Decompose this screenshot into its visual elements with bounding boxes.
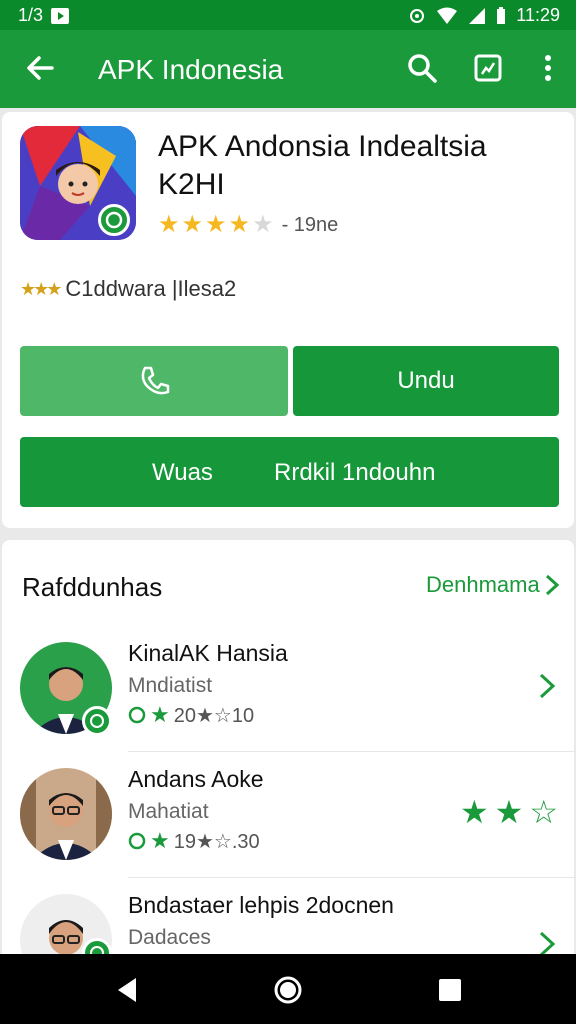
nav-back-icon[interactable]	[112, 974, 144, 1006]
action-button[interactable]: Wuas Rrdkil 1ndouhn	[20, 437, 559, 507]
developer-row[interactable]: ★★★ C1ddwara |Ilesa2	[20, 276, 236, 302]
star-icon: ★	[228, 211, 251, 238]
item-meta: ★ 20★☆10	[128, 702, 254, 728]
chart-icon[interactable]	[470, 50, 506, 86]
item-subtitle: Mndiatist	[128, 674, 213, 697]
list-item[interactable]: Bndastaer lehpis 2docnen Dadaces	[0, 878, 576, 954]
see-more-link[interactable]: Denhmama	[426, 572, 560, 598]
search-icon[interactable]	[404, 50, 440, 86]
see-more-label: Denhmama	[426, 572, 540, 597]
sync-icon	[410, 8, 425, 23]
status-time: 11:29	[516, 5, 560, 25]
developer-stars-icon: ★★★	[20, 278, 62, 299]
item-meta: ★ 19★☆.30	[128, 828, 260, 854]
rating-count: - 19ne	[281, 213, 339, 236]
verified-badge-icon	[82, 938, 112, 954]
star-icon: ★	[150, 828, 170, 853]
item-name: Bndastaer lehpis 2docnen	[128, 892, 394, 918]
section-title: Rafddunhas	[22, 572, 163, 602]
item-subtitle: Mahatiat	[128, 800, 209, 823]
chevron-right-icon[interactable]	[536, 928, 558, 954]
chevron-right-icon	[545, 574, 559, 596]
list-item[interactable]: Andans Aoke Mahatiat ★ 19★☆.30 ★ ★ ☆	[0, 752, 576, 878]
play-badge-icon	[128, 832, 146, 850]
verified-badge-icon	[82, 706, 112, 736]
chevron-right-icon[interactable]	[536, 670, 558, 702]
nav-recents-icon[interactable]	[434, 974, 466, 1006]
item-stars: ★ ★ ☆	[460, 796, 558, 828]
media-notification-icon	[51, 7, 70, 24]
star-icon: ★	[205, 211, 227, 238]
download-button-label: Undu	[397, 367, 455, 394]
app-bar: APK Indonesia	[0, 30, 576, 108]
system-nav-bar	[0, 954, 576, 1024]
phone-icon	[141, 366, 170, 395]
status-left-text: 1/3	[18, 5, 44, 25]
star-outline-icon: ☆	[529, 794, 558, 830]
status-bar: 1/3 11:29	[0, 0, 576, 30]
signal-icon	[469, 7, 486, 24]
action-button-label-left: Wuas	[152, 459, 213, 486]
list-item[interactable]: KinalAK Hansia Mndiatist ★ 20★☆10	[0, 626, 576, 752]
item-rating-text: 19★☆.30	[173, 830, 260, 853]
star-icon: ★	[181, 211, 204, 238]
action-button-label-right: Rrdkil 1ndouhn	[274, 459, 436, 486]
star-icon: ★	[494, 794, 524, 830]
wifi-icon	[437, 7, 458, 24]
more-vert-icon[interactable]	[530, 50, 566, 86]
item-rating-text: 20★☆10	[173, 704, 255, 727]
item-subtitle: Dadaces	[128, 926, 211, 949]
battery-icon	[497, 6, 506, 24]
nav-home-icon[interactable]	[272, 974, 304, 1006]
star-icon: ★	[158, 211, 180, 238]
verified-badge-icon	[98, 204, 130, 236]
download-button[interactable]: Undu	[293, 346, 559, 416]
star-icon: ★	[150, 702, 170, 727]
star-empty-icon: ★	[252, 211, 274, 238]
avatar	[20, 768, 112, 860]
back-arrow-icon[interactable]	[22, 50, 58, 86]
app-title: APK Andonsia Indealtsia K2HI	[158, 130, 487, 201]
item-name: KinalAK Hansia	[128, 640, 288, 666]
star-icon: ★	[459, 794, 489, 830]
item-name: Andans Aoke	[128, 766, 264, 792]
app-bar-title: APK Indonesia	[98, 54, 284, 85]
call-button[interactable]	[20, 346, 288, 416]
play-badge-icon	[128, 706, 146, 724]
developer-name: C1ddwara |Ilesa2	[65, 276, 237, 301]
app-rating: ★ ★ ★ ★ ★ - 19ne	[158, 213, 338, 237]
